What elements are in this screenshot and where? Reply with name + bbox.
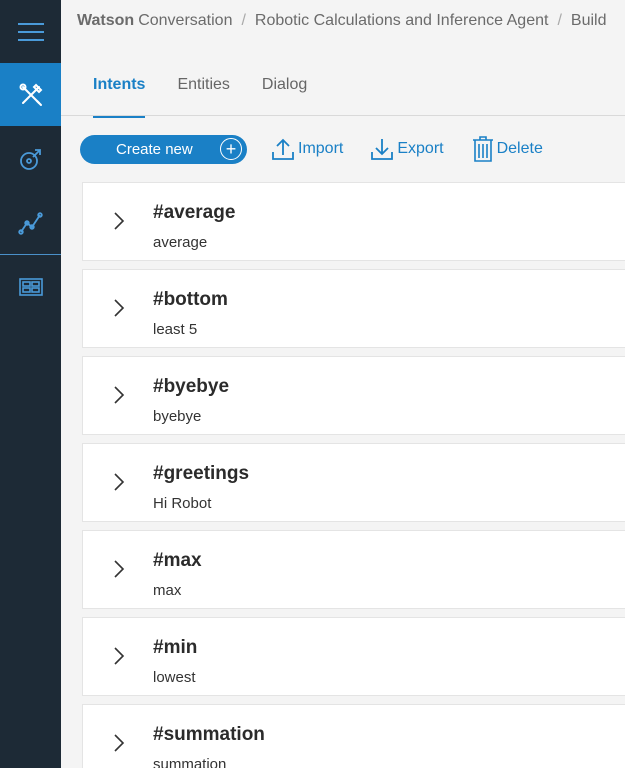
tabs-divider (61, 115, 625, 116)
export-button[interactable]: Export (370, 137, 444, 161)
intent-row[interactable]: #summation summation (82, 704, 625, 768)
upload-icon (272, 138, 294, 160)
intent-name: #byebye (153, 376, 230, 397)
chevron-right-icon[interactable] (113, 559, 125, 579)
download-icon (371, 139, 394, 160)
intent-name: #max (153, 550, 202, 571)
intent-name: #bottom (153, 289, 228, 310)
intent-row[interactable]: #greetings Hi Robot (82, 443, 625, 522)
intent-example: lowest (153, 669, 196, 686)
workspace-grid-icon (18, 277, 43, 296)
intent-example: Hi Robot (153, 495, 212, 512)
intent-row[interactable]: #min lowest (82, 617, 625, 696)
chevron-right-icon[interactable] (113, 733, 125, 753)
create-new-label: Create new (116, 140, 193, 158)
hamburger-menu-icon (17, 22, 44, 41)
toolbar: Create new + Import Export Delete (80, 134, 543, 164)
intent-list: #average average #bottom least 5 #byebye… (82, 182, 625, 768)
intent-row[interactable]: #max max (82, 530, 625, 609)
breadcrumb-separator: / (241, 12, 246, 29)
intent-example: summation (153, 756, 227, 768)
tab-dialog[interactable]: Dialog (262, 76, 307, 104)
tab-entities[interactable]: Entities (177, 76, 229, 104)
tools-icon (19, 83, 42, 106)
delete-button[interactable]: Delete (472, 136, 543, 162)
sidebar-item-analytics[interactable] (0, 191, 61, 254)
breadcrumb-workspace[interactable]: Robotic Calculations and Inference Agent (255, 12, 549, 30)
intent-row[interactable]: #bottom least 5 (82, 269, 625, 348)
intent-name: #greetings (153, 463, 250, 484)
intent-example: average (153, 234, 208, 251)
intent-example: byebye (153, 408, 202, 425)
tab-bar: Intents Entities Dialog (93, 76, 339, 118)
chevron-right-icon[interactable] (113, 298, 125, 318)
left-sidebar (0, 0, 61, 768)
sidebar-item-build[interactable] (0, 63, 61, 126)
export-label: Export (397, 140, 444, 157)
intent-name: #average (153, 202, 236, 223)
intent-row[interactable]: #byebye byebye (82, 356, 625, 435)
chevron-right-icon[interactable] (113, 472, 125, 492)
breadcrumb-section: Build (570, 12, 607, 29)
import-button[interactable]: Import (271, 137, 343, 161)
breadcrumb: Watson Conversation / Robotic Calculatio… (77, 12, 606, 30)
intent-name: #summation (153, 724, 265, 745)
main-content: Watson Conversation / Robotic Calculatio… (61, 0, 625, 768)
intent-example: max (153, 582, 182, 599)
intent-row[interactable]: #average average (82, 182, 625, 261)
import-label: Import (298, 140, 344, 157)
intent-name: #min (153, 637, 198, 658)
sidebar-item-improve[interactable] (0, 127, 61, 190)
sidebar-item-workspaces[interactable] (0, 255, 61, 318)
improve-icon (19, 148, 41, 170)
chevron-right-icon[interactable] (113, 646, 125, 666)
chevron-right-icon[interactable] (113, 385, 125, 405)
tab-intents[interactable]: Intents (93, 76, 146, 118)
breadcrumb-brand[interactable]: Watson (77, 12, 134, 30)
plus-circle-icon: + (220, 138, 242, 160)
chevron-right-icon[interactable] (113, 211, 125, 231)
breadcrumb-product[interactable]: Conversation (138, 12, 232, 30)
analytics-icon (17, 211, 43, 235)
menu-button[interactable] (0, 0, 61, 63)
breadcrumb-separator: / (557, 12, 562, 29)
trash-icon (472, 136, 493, 162)
create-new-button[interactable]: Create new + (80, 134, 247, 164)
intent-example: least 5 (153, 321, 198, 338)
delete-label: Delete (496, 140, 543, 157)
